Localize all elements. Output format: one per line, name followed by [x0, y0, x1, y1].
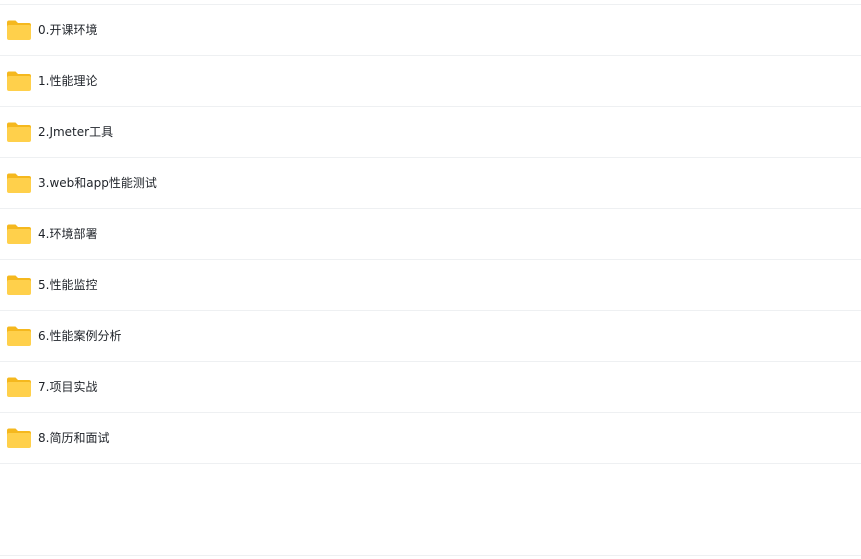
folder-row[interactable]: 1.性能理论: [0, 56, 861, 107]
folder-icon: [6, 121, 32, 143]
folder-row[interactable]: 4.环境部署: [0, 209, 861, 260]
folder-name: 5.性能监控: [38, 278, 98, 292]
folder-name: 3.web和app性能测试: [38, 176, 157, 190]
folder-row[interactable]: 0.开课环境: [0, 5, 861, 56]
folder-icon: [6, 427, 32, 449]
folder-name: 2.Jmeter工具: [38, 125, 114, 139]
folder-list: 0.开课环境 1.性能理论 2.Jmeter工具 3.web和app性能测试 4…: [0, 5, 861, 464]
folder-row[interactable]: 3.web和app性能测试: [0, 158, 861, 209]
folder-row[interactable]: 2.Jmeter工具: [0, 107, 861, 158]
folder-icon: [6, 70, 32, 92]
folder-name: 7.项目实战: [38, 380, 98, 394]
bottom-divider: [0, 555, 861, 556]
folder-name: 1.性能理论: [38, 74, 98, 88]
folder-name: 4.环境部署: [38, 227, 98, 241]
folder-icon: [6, 376, 32, 398]
folder-row[interactable]: 6.性能案例分析: [0, 311, 861, 362]
folder-icon: [6, 325, 32, 347]
folder-name: 0.开课环境: [38, 23, 98, 37]
folder-icon: [6, 274, 32, 296]
folder-name: 6.性能案例分析: [38, 329, 122, 343]
file-browser: 0.开课环境 1.性能理论 2.Jmeter工具 3.web和app性能测试 4…: [0, 0, 861, 559]
folder-row[interactable]: 8.简历和面试: [0, 413, 861, 464]
folder-row[interactable]: 7.项目实战: [0, 362, 861, 413]
folder-row[interactable]: 5.性能监控: [0, 260, 861, 311]
folder-icon: [6, 223, 32, 245]
folder-name: 8.简历和面试: [38, 431, 110, 445]
folder-icon: [6, 19, 32, 41]
folder-icon: [6, 172, 32, 194]
